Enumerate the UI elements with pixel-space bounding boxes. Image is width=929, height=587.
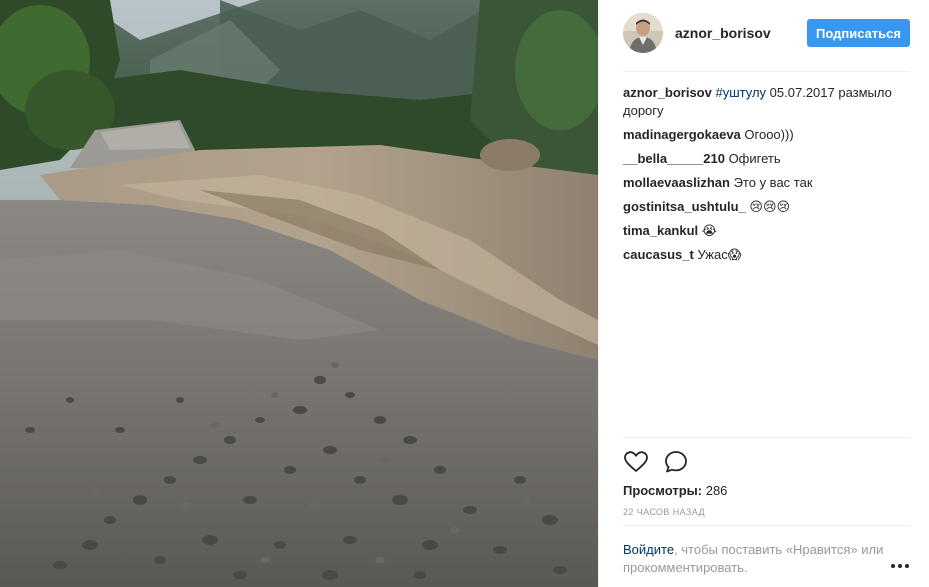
- follow-button[interactable]: Подписаться: [806, 19, 910, 47]
- post-caption: aznor_borisov #уштулу 05.07.2017 размыло…: [623, 84, 910, 120]
- comment-text: 😭: [701, 223, 717, 238]
- comment-item: tima_kankul 😭: [623, 222, 910, 240]
- comment-username[interactable]: tima_kankul: [623, 223, 698, 238]
- comment-username[interactable]: mollaevaaslizhan: [623, 175, 730, 190]
- caption-hashtag[interactable]: #уштулу: [715, 85, 766, 100]
- post-header: aznor_borisov Подписаться: [623, 13, 910, 53]
- views-count: Просмотры: 286: [623, 482, 727, 500]
- views-number: 286: [705, 483, 728, 498]
- comment-item: madinagergokaeva Огооо))): [623, 126, 910, 144]
- speech-bubble-icon[interactable]: [663, 449, 689, 475]
- comment-username[interactable]: __bella_____210: [623, 151, 725, 166]
- comment-item: caucasus_t Ужас😱: [623, 246, 910, 264]
- post-actions: [623, 449, 703, 475]
- user-avatar-image: [623, 13, 663, 53]
- post-details-panel: aznor_borisov Подписаться aznor_borisov …: [598, 0, 929, 587]
- comments-list: aznor_borisov #уштулу 05.07.2017 размыло…: [623, 84, 910, 270]
- comment-text: Это у вас так: [733, 175, 813, 190]
- post-timestamp[interactable]: 22 часов назад: [623, 506, 705, 518]
- comment-text: Огооо))): [744, 127, 794, 142]
- heart-outline-icon[interactable]: [623, 449, 649, 475]
- login-prompt: Войдите, чтобы поставить «Нравится» или …: [623, 541, 885, 577]
- divider: [623, 525, 910, 526]
- comment-item: mollaevaaslizhan Это у вас так: [623, 174, 910, 192]
- comment-text: 😢😢😢: [749, 199, 791, 214]
- comment-username[interactable]: gostinitsa_ushtulu_: [623, 199, 746, 214]
- comment-item: gostinitsa_ushtulu_ 😢😢😢: [623, 198, 910, 216]
- avatar[interactable]: [623, 13, 663, 53]
- post-author-username[interactable]: aznor_borisov: [675, 25, 807, 41]
- views-label: Просмотры:: [623, 483, 703, 498]
- comment-item: __bella_____210 Офигеть: [623, 150, 910, 168]
- divider: [623, 71, 910, 72]
- divider: [623, 437, 910, 438]
- post-video[interactable]: [0, 0, 598, 587]
- caption-username[interactable]: aznor_borisov: [623, 85, 712, 100]
- more-dots-icon[interactable]: [890, 562, 910, 570]
- flooded-road-image: [0, 0, 598, 587]
- comment-text: Офигеть: [728, 151, 781, 166]
- comment-username[interactable]: caucasus_t: [623, 247, 694, 262]
- comment-text: Ужас😱: [697, 247, 742, 262]
- login-link[interactable]: Войдите: [623, 542, 674, 557]
- comment-username[interactable]: madinagergokaeva: [623, 127, 741, 142]
